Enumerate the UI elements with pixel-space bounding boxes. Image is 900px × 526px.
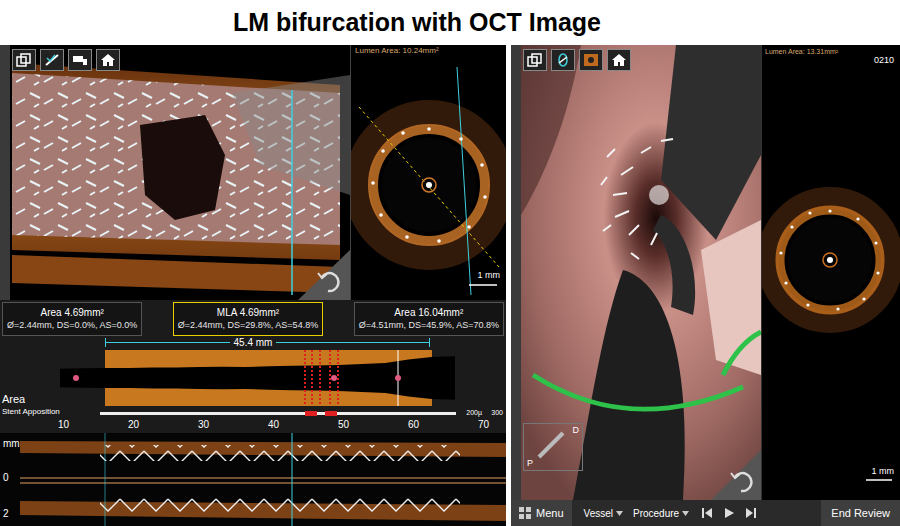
vessel-tool-icon[interactable] bbox=[68, 49, 92, 71]
bottom-bar: Menu Vessel Procedure End Review bbox=[511, 500, 900, 526]
oct-cross-section-icon bbox=[762, 45, 900, 500]
axis-tick: 70 bbox=[478, 420, 489, 430]
step-forward-icon[interactable] bbox=[745, 507, 757, 519]
measurement-box[interactable]: MLA 4.69mm²Ø=2.44mm, DS=29.8%, AS=54.8% bbox=[173, 302, 323, 336]
screen: LM bifurcation with OCT Image bbox=[0, 0, 900, 526]
measurement-detail: Ø=2.44mm, DS=29.8%, AS=54.8% bbox=[178, 320, 318, 331]
lumen-profile-chart bbox=[0, 349, 506, 407]
oct-cross-section-icon bbox=[351, 45, 506, 300]
left-top-row: Lumen Area: 10.24mm² 1 mm bbox=[0, 45, 506, 300]
measurement-detail: Ø=2.44mm, DS=0.0%, AS=0.0% bbox=[7, 320, 137, 331]
profile-label: Area bbox=[2, 394, 25, 405]
axis-tick: 30 bbox=[198, 420, 209, 430]
chevron-down-icon bbox=[682, 511, 689, 516]
menu-label: Menu bbox=[536, 505, 564, 522]
axis-tick: 50 bbox=[338, 420, 349, 430]
measurement-row: Area 4.69mm²Ø=2.44mm, DS=0.0%, AS=0.0% ML… bbox=[0, 300, 506, 336]
longitudinal-3d-view[interactable] bbox=[0, 45, 350, 300]
lumen-area-label: Lumen Area: 10.24mm² bbox=[355, 47, 439, 55]
lumen-area-label: Lumen Area: 13.31mm² bbox=[765, 48, 838, 55]
apposition-bar bbox=[100, 412, 456, 415]
axis-ticks: 10 20 30 40 50 60 70 bbox=[0, 419, 506, 433]
flythrough-icon[interactable] bbox=[579, 49, 603, 71]
length-start-mark bbox=[105, 338, 106, 347]
measure-icon[interactable] bbox=[40, 49, 64, 71]
bar-items: Vessel Procedure bbox=[572, 506, 690, 521]
measurement-title: Area 16.04mm² bbox=[394, 307, 463, 320]
longitudinal-scan-icon bbox=[0, 433, 506, 526]
home-icon[interactable] bbox=[96, 49, 120, 71]
frame-number: 0210 bbox=[874, 56, 894, 65]
step-back-icon[interactable] bbox=[701, 507, 713, 519]
depth-label: mm bbox=[3, 439, 20, 449]
vessel-3d-icon bbox=[0, 45, 350, 300]
malapposition-segment bbox=[305, 411, 317, 416]
layers-icon[interactable] bbox=[523, 49, 547, 71]
layers-icon[interactable] bbox=[12, 49, 36, 71]
toolbar bbox=[523, 49, 631, 71]
title-bar: LM bifurcation with OCT Image bbox=[0, 0, 900, 45]
dropdown-label: Procedure bbox=[633, 506, 679, 521]
stent-apposition-label: Stent Apposition bbox=[2, 408, 60, 416]
apposition-scale-max: 300 bbox=[491, 409, 503, 416]
depth-label: 0 bbox=[3, 473, 9, 483]
length-end-mark bbox=[429, 338, 430, 347]
menu-grid-icon bbox=[519, 507, 531, 519]
dropdown-label: Vessel bbox=[584, 506, 613, 521]
measurement-title: MLA 4.69mm² bbox=[217, 307, 279, 320]
right-panel: D P bbox=[511, 45, 900, 526]
vessel-flythrough-icon bbox=[511, 45, 761, 500]
proximal-label: P bbox=[527, 459, 533, 468]
chevron-down-icon bbox=[616, 511, 623, 516]
scale-label: 1 mm bbox=[872, 467, 895, 476]
left-panel: Lumen Area: 10.24mm² 1 mm Area 4.69mm²Ø=… bbox=[0, 45, 506, 526]
cross-section-view[interactable]: Lumen Area: 13.31mm² 0210 1 mm bbox=[761, 45, 900, 500]
right-top-row: D P bbox=[511, 45, 900, 500]
menu-button[interactable]: Menu bbox=[511, 500, 572, 526]
orientation-box: D P bbox=[523, 423, 583, 471]
lumen-profile[interactable]: Area bbox=[0, 349, 506, 407]
end-review-button[interactable]: End Review bbox=[821, 500, 900, 526]
depth-label: 2 bbox=[3, 509, 9, 519]
measurement-detail: Ø=4.51mm, DS=45.9%, AS=70.8% bbox=[359, 320, 499, 331]
main-area: Lumen Area: 10.24mm² 1 mm Area 4.69mm²Ø=… bbox=[0, 45, 900, 526]
cross-section-view[interactable]: Lumen Area: 10.24mm² 1 mm bbox=[350, 45, 506, 300]
dropdown-button[interactable]: Procedure bbox=[633, 506, 689, 521]
length-row: 45.4 mm bbox=[0, 336, 506, 349]
axis-tick: 40 bbox=[268, 420, 279, 430]
flythrough-view[interactable]: D P bbox=[511, 45, 761, 500]
distal-label: D bbox=[573, 426, 580, 435]
axis-tick: 60 bbox=[408, 420, 419, 430]
longitudinal-oct-view[interactable]: mm 0 2 bbox=[0, 433, 506, 526]
malapposition-segment bbox=[325, 411, 337, 416]
end-review-label: End Review bbox=[831, 505, 890, 522]
measure-icon[interactable] bbox=[551, 49, 575, 71]
play-icon[interactable] bbox=[723, 507, 735, 519]
home-icon[interactable] bbox=[607, 49, 631, 71]
playback-controls bbox=[689, 507, 757, 519]
apposition-scale-min: 200µ bbox=[466, 409, 482, 416]
length-label: 45.4 mm bbox=[230, 338, 277, 348]
measurement-box[interactable]: Area 16.04mm²Ø=4.51mm, DS=45.9%, AS=70.8… bbox=[354, 302, 504, 336]
measurement-title: Area 4.69mm² bbox=[40, 307, 103, 320]
axis-tick: 20 bbox=[128, 420, 139, 430]
dropdown-button[interactable]: Vessel bbox=[584, 506, 623, 521]
axis-tick: 10 bbox=[58, 420, 69, 430]
page-title: LM bifurcation with OCT Image bbox=[233, 10, 601, 35]
scale-label: 1 mm bbox=[478, 271, 501, 280]
toolbar bbox=[12, 49, 120, 71]
measurement-box[interactable]: Area 4.69mm²Ø=2.44mm, DS=0.0%, AS=0.0% bbox=[2, 302, 142, 336]
stent-apposition-row: Stent Apposition 200µ 300 bbox=[0, 407, 506, 419]
lumen-profile-band bbox=[60, 356, 455, 400]
